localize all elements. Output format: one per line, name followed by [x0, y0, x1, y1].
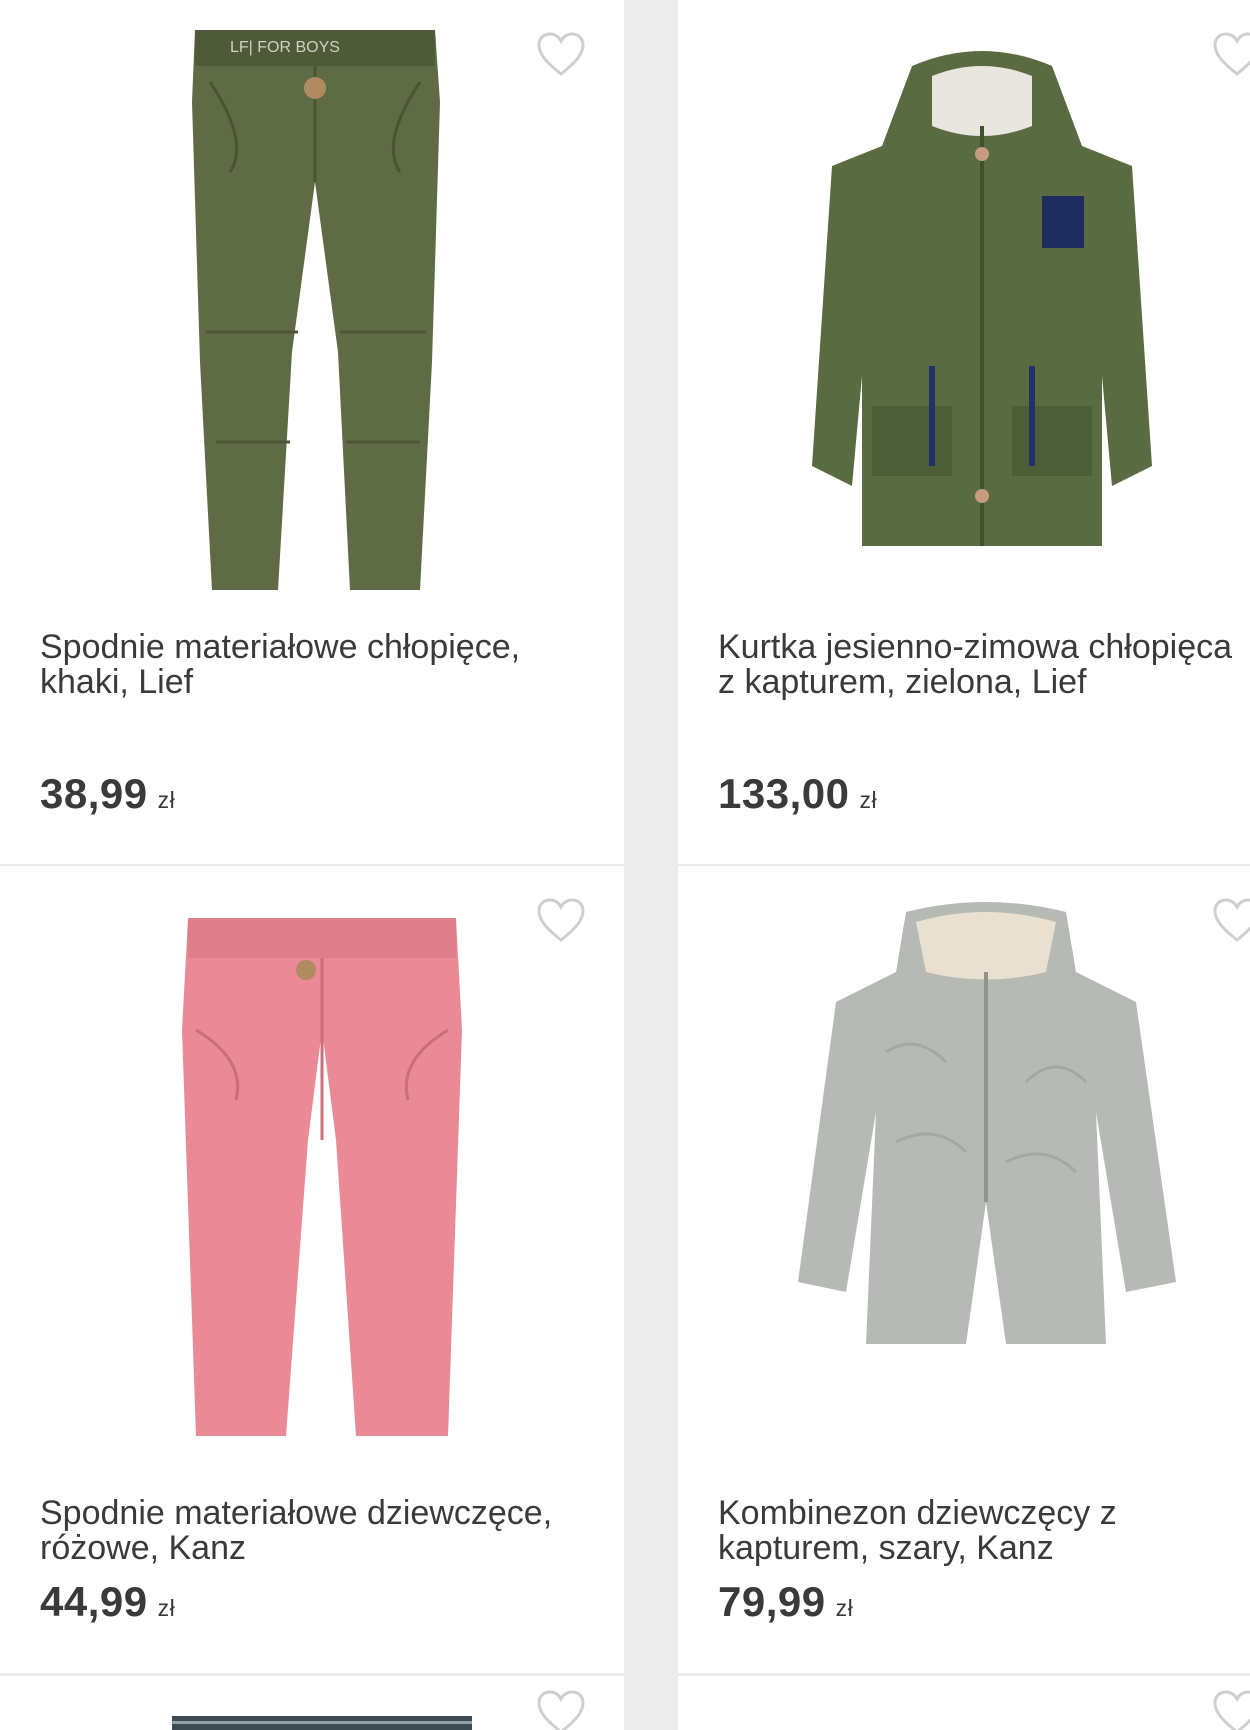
green-parka-image[interactable]: [792, 46, 1172, 576]
product-title[interactable]: Spodnie materiałowe chłopięce, khaki, Li…: [40, 630, 612, 700]
svg-text:LF| FOR BOYS: LF| FOR BOYS: [230, 39, 340, 56]
product-card[interactable]: LF| FOR BOYS Spodnie materiałowe chłopię…: [0, 0, 624, 864]
favorite-heart-icon[interactable]: [536, 898, 586, 944]
product-price: 44,99 zł: [40, 1578, 175, 1626]
price-value: 38,99: [40, 770, 148, 817]
price-currency: zł: [835, 1595, 854, 1621]
favorite-heart-icon[interactable]: [536, 1690, 586, 1730]
product-price: 133,00 zł: [718, 770, 877, 818]
product-card[interactable]: Kombinezon dziewczęcy z kapturem, szary,…: [678, 866, 1250, 1673]
price-value: 133,00: [718, 770, 850, 817]
product-price: 38,99 zł: [40, 770, 175, 818]
favorite-heart-icon[interactable]: [1212, 32, 1250, 78]
product-card[interactable]: Kurtka jesienno-zimowa chłopięca z kaptu…: [678, 0, 1250, 864]
price-value: 44,99: [40, 1578, 148, 1625]
favorite-heart-icon[interactable]: [1212, 898, 1250, 944]
price-currency: zł: [157, 1595, 176, 1621]
product-card[interactable]: [678, 1676, 1250, 1730]
favorite-heart-icon[interactable]: [536, 32, 586, 78]
product-title[interactable]: Kurtka jesienno-zimowa chłopięca z kaptu…: [718, 630, 1238, 700]
khaki-trousers-image[interactable]: LF| FOR BOYS: [170, 22, 460, 596]
product-card[interactable]: [0, 1676, 624, 1730]
product-card[interactable]: Spodnie materiałowe dziewczęce, różowe, …: [0, 866, 624, 1673]
product-title[interactable]: Kombinezon dziewczęcy z kapturem, szary,…: [718, 1496, 1238, 1566]
product-image[interactable]: [172, 1716, 472, 1730]
pink-trousers-image[interactable]: [176, 910, 468, 1442]
price-currency: zł: [157, 787, 176, 813]
price-currency: zł: [859, 787, 878, 813]
product-title[interactable]: Spodnie materiałowe dziewczęce, różowe, …: [40, 1496, 612, 1566]
price-value: 79,99: [718, 1578, 826, 1625]
grey-snowsuit-image[interactable]: [796, 902, 1178, 1344]
product-price: 79,99 zł: [718, 1578, 853, 1626]
favorite-heart-icon[interactable]: [1212, 1690, 1250, 1730]
